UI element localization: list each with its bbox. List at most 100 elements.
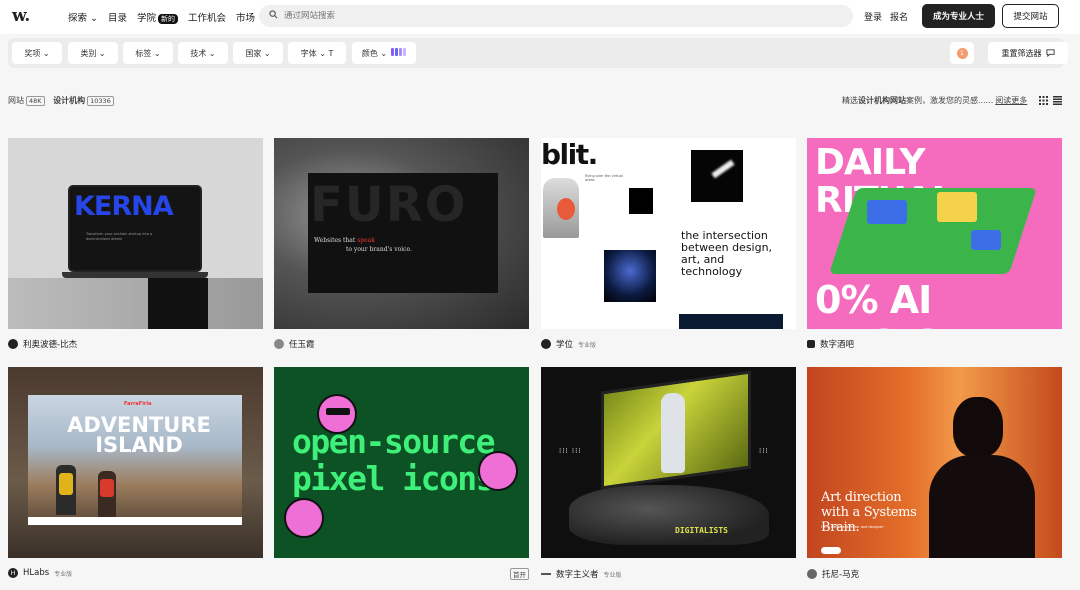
intro-suffix: 案例，激发您的灵感......: [906, 96, 994, 105]
dash-logo-icon: [541, 573, 551, 575]
pro-tag: 专业版: [578, 341, 597, 349]
blit-micro-text: flying over the virtual areas: [585, 174, 623, 182]
nav-jobs[interactable]: 工作机会: [188, 10, 226, 24]
filter-tech[interactable]: 技术 ⌄: [178, 42, 228, 64]
furo-tagline-2: to your brand's voice.: [346, 246, 412, 253]
nav-links: 探索 ⌄ 目录 学院 新的 工作机会 市场: [68, 10, 255, 24]
site-thumbnail-systems-brain[interactable]: Art direction with a Systems Brain. I'm …: [807, 367, 1062, 558]
filter-font[interactable]: 字体 ⌄ T: [288, 42, 346, 64]
card-owner-name: HLabs: [23, 568, 50, 578]
card-owner[interactable]: 数字酒吧: [807, 338, 854, 350]
iso-block-yellow: [937, 192, 977, 222]
furo-tag-b: speak: [357, 237, 375, 244]
search-box[interactable]: [259, 5, 853, 27]
laptop-mockup: KERNA Transform your onchain startup int…: [68, 185, 202, 272]
person-avatar-icon: [274, 339, 284, 349]
site-thumbnail-daily-ritual[interactable]: DAILY RITUAL 0% AI DESIGN: [807, 138, 1062, 329]
card-owner[interactable]: 任玉霞: [274, 338, 315, 350]
kerna-title: KERNA: [74, 191, 174, 222]
card-owner-name: 托尼-马克: [822, 570, 860, 580]
site-thumbnail-blit[interactable]: blit. flying over the virtual areas the …: [541, 138, 796, 329]
stand-block: [148, 278, 208, 329]
grid-large-icon[interactable]: [1053, 96, 1062, 108]
nav-directory[interactable]: 目录: [108, 10, 127, 24]
blit-logo: blit.: [541, 138, 598, 171]
dark-image-3: [604, 250, 656, 302]
card-owner[interactable]: H HLabs 专业版: [8, 568, 72, 578]
dark-image-4: [679, 314, 783, 329]
hiker-2-pack: [100, 479, 114, 497]
dot-pattern-icon: ⁞⁞⁞: [759, 447, 769, 455]
intro-prefix: 精选: [842, 96, 858, 105]
thumbs-up-icon: [478, 451, 518, 491]
reset-filters-button[interactable]: 重置筛选器: [988, 42, 1068, 64]
filter-color[interactable]: 颜色 ⌄: [352, 42, 416, 64]
circle-logo-icon: [8, 339, 18, 349]
card-owner-name: 数字主义者: [556, 570, 599, 580]
nav-market[interactable]: 市场: [236, 10, 255, 24]
adventure-title: ADVENTURE ISLAND: [67, 413, 211, 457]
filter-bar: 奖项 ⌄ 类别 ⌄ 标签 ⌄ 技术 ⌄ 国家 ⌄ 字体 ⌄ T 颜色 ⌄ 1 重…: [8, 38, 1068, 68]
adventure-logo: FarraFirla: [124, 401, 152, 407]
chat-bubble-icon: [1045, 48, 1055, 59]
digitalists-label: DIGITALISTS: [675, 526, 728, 535]
site-thumbnail-furo[interactable]: FURO Websites that speak to your brand's…: [274, 138, 529, 329]
furo-title: FURO: [310, 177, 468, 233]
search-input[interactable]: [284, 11, 804, 21]
become-pro-button[interactable]: 成为专业人士: [922, 4, 995, 28]
breadcrumb: 网站 48K 设计机构 10336: [8, 95, 114, 106]
top-nav: w. 探索 ⌄ 目录 学院新的 工作机会 市场 登录 报名 成为专业人士 提交网…: [0, 0, 1080, 34]
agency-label: 设计机构: [53, 96, 86, 105]
site-thumbnail-pixel-icons[interactable]: open-source pixel icons: [274, 367, 529, 558]
category-intro: 精选设计机构网站案例，激发您的灵感...... 阅读更多: [842, 95, 1027, 106]
intro-bold: 设计机构网站: [858, 96, 906, 105]
furo-tag-a: Websites that: [314, 237, 356, 244]
nav-explore[interactable]: 探索 ⌄: [68, 10, 98, 24]
count-badge: 1: [956, 47, 968, 59]
sites-label[interactable]: 网站: [8, 96, 24, 105]
login-link[interactable]: 登录: [864, 10, 882, 23]
iso-block-blue: [867, 200, 907, 224]
table-surface: [8, 278, 263, 329]
h-logo-icon: H: [8, 568, 18, 578]
isometric-scene: [829, 188, 1037, 274]
silhouette-person: [925, 397, 1035, 558]
card-owner[interactable]: 学位 专业版: [541, 338, 596, 350]
card-owner-name: 利奥波德-比杰: [23, 340, 78, 350]
site-thumbnail-adventure-island[interactable]: FarraFirla ADVENTURE ISLAND: [8, 367, 263, 558]
dark-image-2: [629, 188, 653, 214]
agency-count: 10336: [87, 96, 114, 106]
site-thumbnail-digitalists[interactable]: DIGITALISTS ⁞⁞⁞ ⁞⁞⁞ ⁞⁞⁞: [541, 367, 796, 558]
filter-category[interactable]: 类别 ⌄: [68, 42, 118, 64]
nav-academy-label: 学院: [137, 13, 157, 24]
signup-link[interactable]: 报名: [890, 10, 908, 23]
active-filter-count: 1: [950, 42, 974, 64]
hiker-1-pack: [59, 473, 73, 495]
site-logo[interactable]: w.: [12, 6, 30, 26]
filter-country[interactable]: 国家 ⌄: [233, 42, 283, 64]
square-logo-icon: [807, 340, 815, 348]
nav-academy[interactable]: 学院 新的: [137, 10, 179, 24]
card-owner-name: 学位: [556, 340, 574, 350]
color-swatches-icon: [390, 48, 407, 58]
search-icon: [269, 10, 278, 22]
art-direction-micro: I'm a creative director and designer: [821, 525, 884, 529]
person-avatar-icon: [807, 569, 817, 579]
iso-block-blue-2: [971, 230, 1001, 250]
card-owner[interactable]: 数字主义者 专业版: [541, 568, 622, 580]
furo-screen: FURO Websites that speak to your brand's…: [308, 173, 498, 293]
card-owner[interactable]: 利奥波德-比杰: [8, 338, 77, 350]
submit-site-button[interactable]: 提交网站: [1002, 4, 1059, 28]
filter-color-label: 颜色 ⌄: [361, 48, 388, 58]
kerna-subtitle: Transform your onchain startup into a de…: [86, 232, 153, 241]
card-owner[interactable]: 托尼-马克: [807, 568, 859, 580]
ritual-subtitle: 0% AI DESIGN: [815, 278, 972, 329]
grid-small-icon[interactable]: [1039, 96, 1048, 108]
sites-count: 48K: [26, 96, 45, 106]
filter-tags[interactable]: 标签 ⌄: [123, 42, 173, 64]
filter-awards[interactable]: 奖项 ⌄: [12, 42, 62, 64]
new-badge: 新的: [158, 14, 179, 24]
read-more-link[interactable]: 阅读更多: [995, 96, 1027, 105]
site-thumbnail-kerna[interactable]: KERNA Transform your onchain startup int…: [8, 138, 263, 329]
face-emoji-icon: [284, 498, 324, 538]
